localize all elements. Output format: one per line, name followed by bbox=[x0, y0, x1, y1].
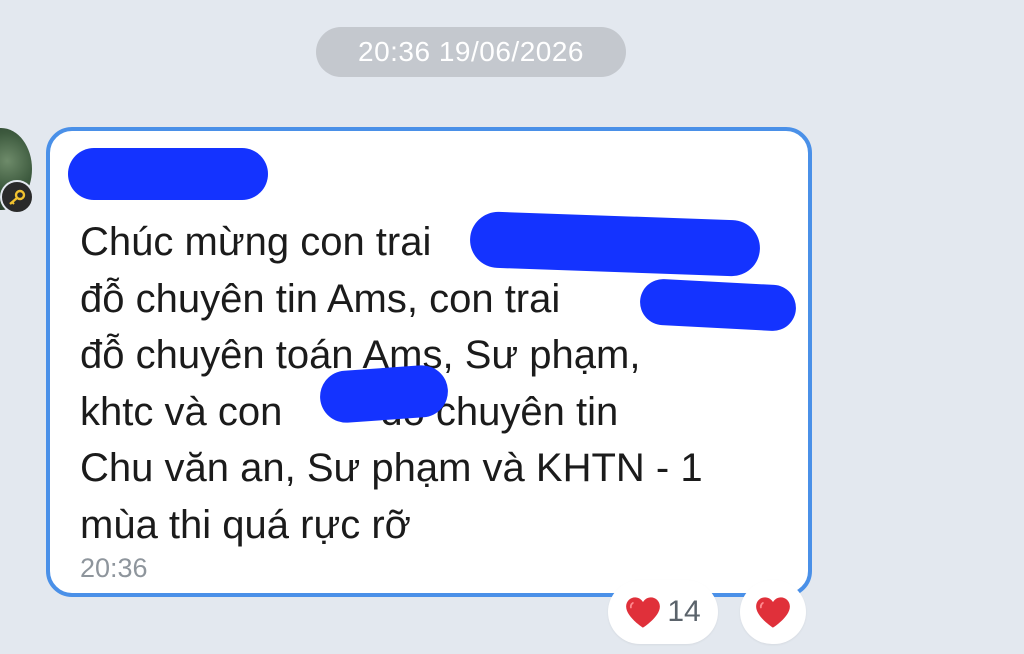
sender-name-redacted bbox=[68, 148, 268, 200]
message-line-6: mùa thi quá rực rỡ bbox=[80, 502, 411, 547]
heart-icon bbox=[756, 596, 790, 628]
message-line-5: Chu văn an, Sư phạm và KHTN - 1 bbox=[80, 446, 703, 490]
key-icon bbox=[0, 180, 34, 214]
heart-react-button[interactable] bbox=[740, 580, 806, 644]
redaction-mark bbox=[318, 363, 450, 425]
redaction-mark bbox=[469, 210, 761, 278]
redaction-mark bbox=[638, 277, 798, 333]
date-separator: 20:36 19/06/2026 bbox=[316, 27, 626, 77]
message-time: 20:36 bbox=[80, 553, 148, 583]
heart-icon bbox=[626, 596, 661, 628]
heart-reaction-summary[interactable]: 14 bbox=[608, 580, 718, 644]
heart-reaction-count: 14 bbox=[667, 595, 701, 628]
message-line-4-start: khtc và con bbox=[80, 389, 283, 434]
